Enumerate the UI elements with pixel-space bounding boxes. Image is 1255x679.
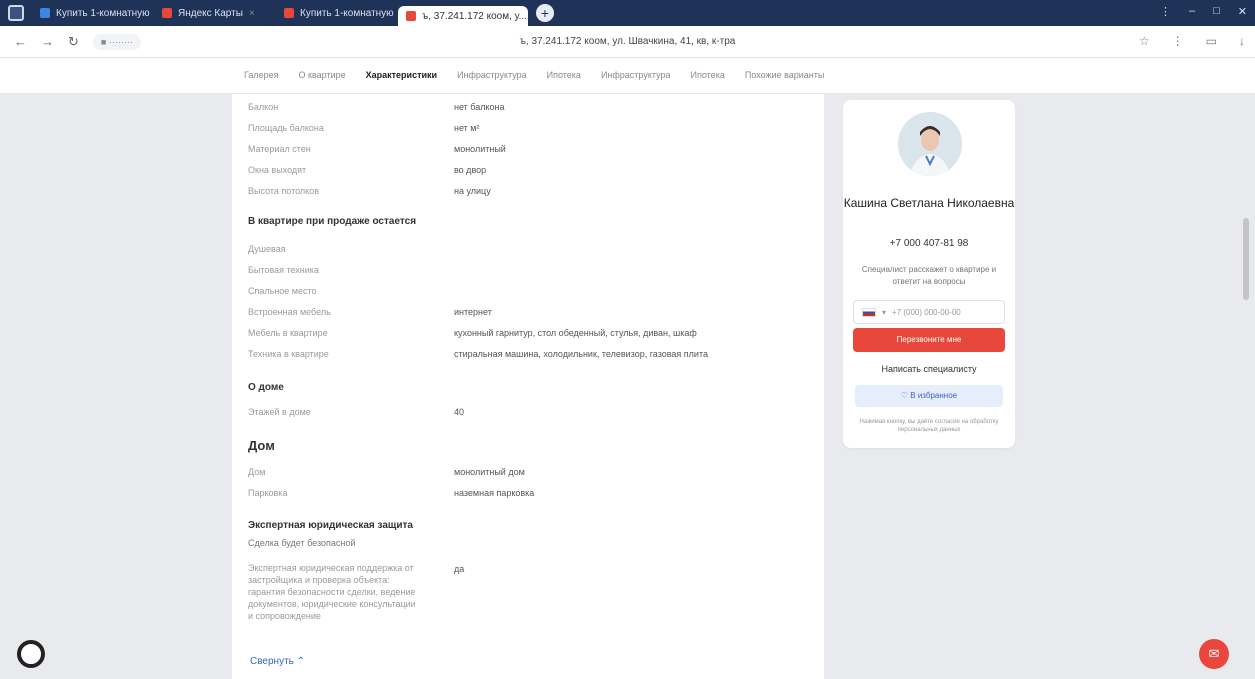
section-title-legal: Экспертная юридическая защита [248,520,413,531]
tab-favicon-icon [162,8,172,18]
extensions-icon[interactable]: ⋮ [1172,34,1184,48]
tab-close-icon[interactable]: × [249,8,255,19]
tab-favicon-icon [406,11,416,21]
section-title-included: В квартире при продаже остается [248,216,417,227]
details-card: Балкон нет балкона Площадь балкона нет м… [232,94,824,679]
nav-item[interactable]: Инфраструктура [457,70,527,80]
collapse-link[interactable]: Свернуть ⌃ [250,656,305,667]
detail-value: монолитный [454,144,506,154]
tab-label: Яндекс Карты [178,7,243,19]
detail-label: Бытовая техника [248,265,319,275]
detail-label: Этажей в доме [248,407,311,417]
detail-label: Площадь балкона [248,123,324,133]
chevron-up-icon: ⌃ [296,656,306,667]
minimize-icon[interactable]: – [1189,5,1195,18]
nav-item[interactable]: Ипотека [547,70,581,80]
chat-fab-button[interactable]: ✉ [1199,639,1229,669]
nav-item[interactable]: Ипотека [691,70,725,80]
detail-value: кухонный гарнитур, стол обеденный, стуль… [454,328,697,338]
consent-text: Нажимая кнопку, вы даёте согласие на обр… [859,419,999,433]
detail-value: монолитный дом [454,467,525,477]
detail-label: Балкон [248,102,279,112]
nav-item[interactable]: Инфраструктура [601,70,671,80]
detail-value: нет м² [454,123,480,133]
agent-card: Кашина Светлана Николаевна +7 000 407-81… [843,100,1015,448]
url-text[interactable]: ъ, 37.241.172 коом, ул. Швачкина, 41, кв… [0,36,1255,47]
detail-label: Высота потолков [248,186,319,196]
phone-field[interactable]: ▾ +7 (000) 000-00-00 [853,300,1005,324]
download-icon[interactable]: ↓ [1239,34,1245,48]
nav-item[interactable]: Характеристики [366,70,437,80]
tab-favicon-icon [284,8,294,18]
agent-name: Кашина Светлана Николаевна [843,196,1015,210]
message-agent-button[interactable]: Написать специалисту [853,358,1005,380]
russia-flag-icon[interactable] [862,307,876,317]
nav-item[interactable]: О квартире [299,70,346,80]
phone-placeholder: +7 (000) 000-00-00 [892,307,961,317]
detail-label: Техника в квартире [248,349,329,359]
callback-button[interactable]: Перезвоните мне [853,328,1005,352]
browser-tabstrip: Купить 1-комнатную кв...× Яндекс Карты × Ку… [0,0,1255,26]
detail-value: 40 [454,407,465,417]
menu-icon[interactable]: ⋮ [1160,5,1171,18]
accessibility-circle-icon[interactable] [17,640,45,668]
tab-label: Купить 1-комнатную кв... [300,7,394,19]
detail-value: нет балкона [454,102,505,112]
chat-icon: ✉ [1208,646,1220,661]
browser-tab[interactable]: Яндекс Карты × [154,3,272,23]
address-bar-actions: ☆ ⋮ ▭ ↓ [1139,34,1245,48]
detail-value: интернет [454,307,492,317]
favorite-button[interactable]: ♡ В избранное [855,385,1003,407]
favorite-label: В избранное [910,391,958,400]
tab-label: Купить 1-комнатную кв... [56,7,150,19]
detail-label: Окна выходят [248,165,307,175]
window-controls: ⋮ – □ ✕ [1160,5,1247,18]
detail-label: Материал стен [248,144,311,154]
window-menu-icon[interactable] [8,5,24,21]
new-tab-button[interactable]: + [536,4,554,22]
heart-icon: ♡ [900,391,911,400]
agent-photo-icon [898,112,962,176]
bookmark-icon[interactable]: ☆ [1139,34,1150,48]
maximize-icon[interactable]: □ [1213,5,1220,18]
section-subtitle-legal: Сделка будет безопасной [248,538,356,548]
browser-tab[interactable]: ъ, 37.241.172 коом, у...× [398,6,528,26]
listing-nav-list: Галерея О квартире Характеристики Инфрастру… [244,70,824,80]
detail-value: на улицу [454,186,491,196]
sidebar-icon[interactable]: ▭ [1206,34,1217,48]
collapse-label: Свернуть [250,656,294,667]
detail-label: Дом [248,467,266,477]
scrollbar-thumb[interactable] [1243,218,1249,300]
section-title-about-house: О доме [248,382,284,393]
section-title-house: Дом [248,438,275,453]
detail-label: Встроенная мебель [248,307,331,317]
browser-tab[interactable]: Купить 1-комнатную кв...× [32,3,150,23]
detail-value: во двор [454,165,487,175]
agent-phone[interactable]: +7 000 407-81 98 [843,238,1015,249]
browser-tab[interactable]: Купить 1-комнатную кв...× [276,3,394,23]
detail-value: стиральная машина, холодильник, телевизо… [454,349,708,359]
tab-favicon-icon [40,8,50,18]
detail-label: Спальное место [248,286,317,296]
avatar [898,112,962,176]
agent-note: Специалист расскажет о квартире и ответи… [861,265,997,286]
tab-label: ъ, 37.241.172 коом, у... [422,10,528,22]
detail-label: Мебель в квартире [248,328,328,338]
listing-nav: Галерея О квартире Характеристики Инфрастру… [0,58,1255,94]
tab-list: Купить 1-комнатную кв...× Яндекс Карты × Ку… [32,0,532,26]
detail-label: Парковка [248,488,288,498]
close-icon[interactable]: ✕ [1238,5,1247,18]
nav-item[interactable]: Похожие варианты [745,70,825,80]
address-bar: ← → ↻ ■ ········ ъ, 37.241.172 коом, ул.… [0,26,1255,58]
nav-item[interactable]: Галерея [244,70,279,80]
detail-value: наземная парковка [454,488,535,498]
chevron-down-icon[interactable]: ▾ [882,308,886,317]
detail-value: да [454,564,465,574]
legal-description: Экспертная юридическая поддержка от заст… [248,563,416,621]
detail-label: Душевая [248,244,286,254]
